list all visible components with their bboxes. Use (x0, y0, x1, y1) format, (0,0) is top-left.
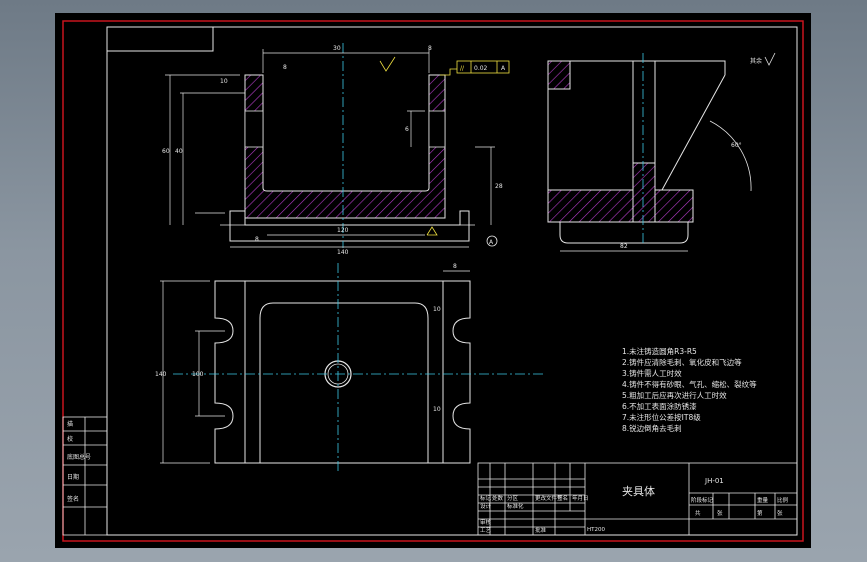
roughness-note-mark (764, 52, 776, 66)
roughness-mark-bottom (426, 226, 438, 236)
tol-value: 0.02 (474, 65, 488, 72)
tb-small-6: 年月日 (572, 494, 589, 502)
tech-req-8: 8.锐边倒角去毛刺 (622, 423, 682, 433)
tb-sheet-3: 第 (757, 509, 763, 517)
left-strip-row-5: 签名 (67, 495, 79, 503)
tb-right-2: 重量 (757, 496, 769, 504)
dim-front-8a: 8 (428, 45, 432, 52)
tol-datum: A (501, 65, 506, 72)
tolerance-frame: // 0.02 A (440, 60, 510, 76)
top-view: 8 100 140 10 10 (155, 263, 545, 473)
dim-front-140: 140 (337, 249, 349, 256)
tb-sheet-1: 共 (695, 509, 701, 517)
tb-row-5: 批准 (535, 526, 547, 534)
left-strip-row-3: 底图总号 (67, 453, 91, 461)
code-box (106, 26, 214, 52)
tech-req-3: 3.铸件需人工时效 (622, 368, 682, 378)
tb-part-name: 夹具体 (622, 484, 655, 498)
tb-right-1: 阶段标记 (691, 496, 714, 504)
tb-small-2: 处数 (492, 494, 504, 502)
dim-front-6: 6 (405, 126, 409, 133)
dim-front-28: 28 (495, 183, 503, 190)
title-block (477, 462, 798, 536)
dim-top-140: 140 (155, 371, 167, 378)
left-strip-row-1: 描 (67, 420, 73, 428)
tb-material: HT200 (587, 527, 605, 533)
dim-top-8: 8 (453, 263, 457, 270)
dim-front-60: 60 (162, 148, 170, 155)
tb-row-3: 标准化 (507, 502, 524, 510)
angle-label: 60° (731, 142, 742, 149)
side-view: 82 60° 其余 (547, 52, 776, 252)
left-strip-row-4: 日期 (67, 473, 79, 481)
datum-label: A (489, 239, 494, 246)
tech-req-2: 2.铸件应清除毛刺、氧化皮和飞边等 (622, 357, 742, 367)
tol-symbol: // (460, 65, 465, 72)
dim-front-10: 10 (220, 78, 228, 85)
dim-top-100: 100 (192, 371, 204, 378)
side-base-hatch (547, 189, 694, 223)
tb-sheet-4: 张 (777, 509, 783, 517)
dim-front-8b: 8 (283, 64, 287, 71)
technical-requirements: 1.未注铸造圆角R3-R5 2.铸件应清除毛刺、氧化皮和飞边等 3.铸件需人工时… (622, 346, 757, 433)
dim-top-10a: 10 (433, 306, 441, 313)
dim-side-82: 82 (620, 243, 628, 250)
tb-sheet-2: 张 (717, 509, 723, 517)
tech-req-6: 6.不加工表面涂防锈漆 (622, 401, 697, 411)
tb-code: JH-01 (704, 477, 724, 485)
tb-row-2: 审核 (480, 518, 492, 526)
tb-small-1: 标记 (480, 494, 492, 502)
side-upright (547, 60, 571, 90)
tech-req-7: 7.未注形位公差按IT8级 (622, 412, 701, 422)
front-section-hatch (244, 74, 446, 219)
tb-right-3: 比例 (777, 496, 789, 504)
dim-front-40: 40 (175, 148, 183, 155)
cad-drawing: 描 校 底图总号 日期 签名 30 8 10 8 6 28 40 60 120 … (62, 20, 804, 542)
tech-req-5: 5.粗加工后应再次进行人工时效 (622, 390, 727, 400)
dim-front-120: 120 (337, 227, 349, 234)
tb-small-3: 分区 (507, 494, 519, 502)
tech-req-1: 1.未注铸造圆角R3-R5 (622, 346, 697, 356)
tb-row-4: 工艺 (480, 527, 492, 534)
tech-req-4: 4.铸件不得有砂眼、气孔、缩松、裂纹等 (622, 379, 757, 389)
dim-top-10b: 10 (433, 406, 441, 413)
tb-small-5: 签名 (557, 494, 568, 502)
dim-front-30: 30 (333, 45, 341, 52)
top-outline (214, 280, 471, 464)
dim-front-8c: 8 (255, 236, 259, 243)
roughness-note: 其余 (750, 57, 762, 65)
tb-row-1: 设计 (480, 502, 492, 510)
roughness-mark-top (379, 56, 396, 72)
front-view: 30 8 10 8 6 28 40 60 120 140 8 // 0.02 A… (162, 43, 510, 256)
drawing-sheet: 描 校 底图总号 日期 签名 30 8 10 8 6 28 40 60 120 … (55, 13, 811, 548)
left-strip-row-2: 校 (67, 435, 73, 443)
